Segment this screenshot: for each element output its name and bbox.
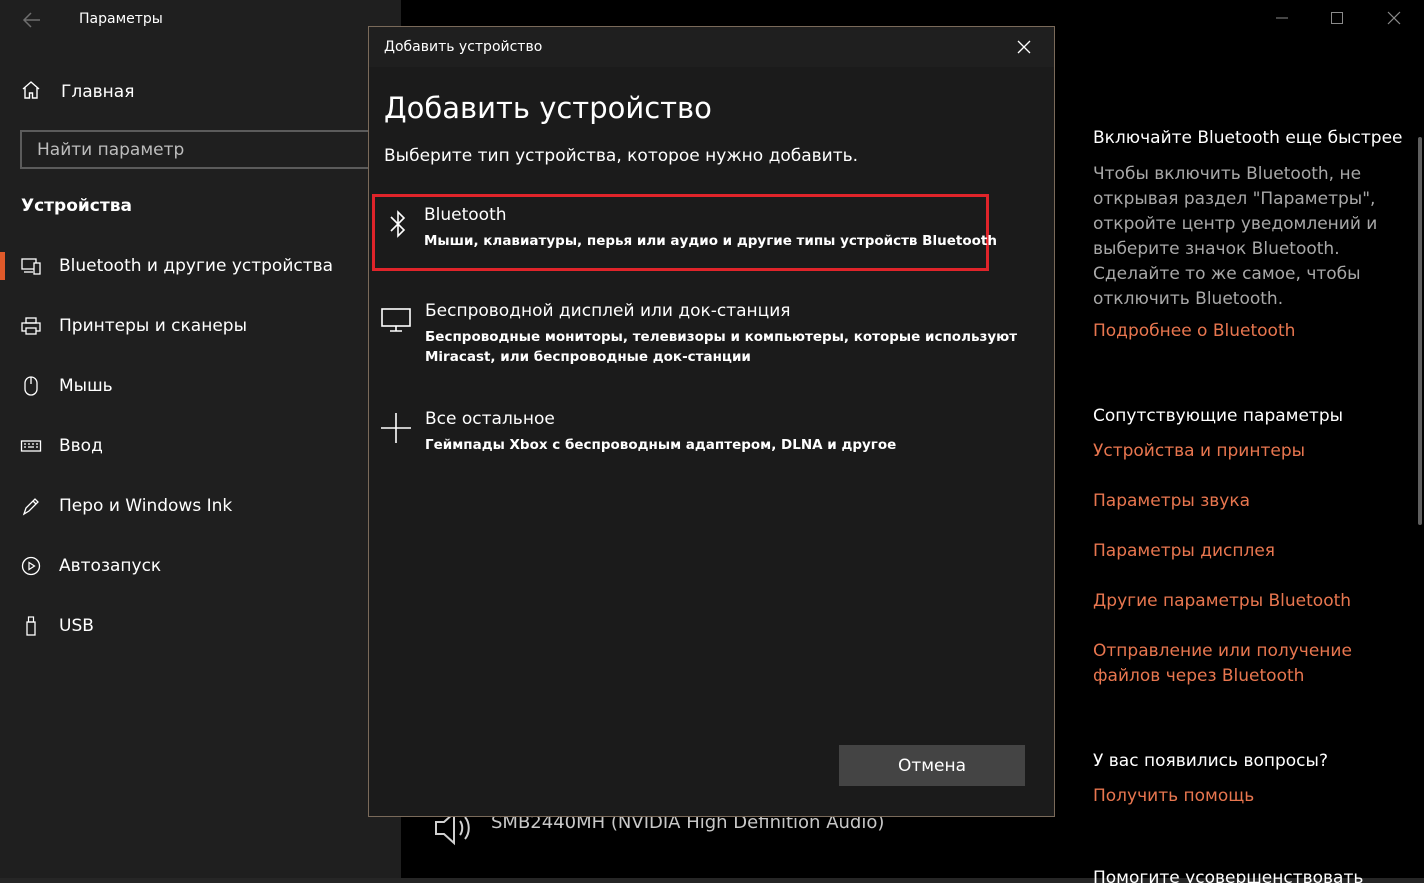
pen-icon xyxy=(20,495,42,517)
sidebar-item-label: Принтеры и сканеры xyxy=(59,316,247,336)
get-help-link[interactable]: Получить помощь xyxy=(1093,784,1393,809)
display-settings-link[interactable]: Параметры дисплея xyxy=(1093,539,1393,564)
quick-text: Чтобы включить Bluetooth, не открывая ра… xyxy=(1093,164,1378,309)
bluetooth-devices-icon xyxy=(20,255,42,277)
option-description: Беспроводные мониторы, телевизоры и комп… xyxy=(425,329,1018,365)
sidebar-item-typing[interactable]: Ввод xyxy=(0,426,401,466)
section-title: Устройства xyxy=(21,196,132,216)
mouse-icon xyxy=(20,375,42,397)
sidebar-item-printers[interactable]: Принтеры и сканеры xyxy=(0,306,401,346)
sidebar-item-label: Автозапуск xyxy=(59,556,162,576)
autoplay-icon xyxy=(20,555,42,577)
dialog-subtitle: Выберите тип устройства, которое нужно д… xyxy=(384,146,859,166)
search-input[interactable] xyxy=(37,139,337,160)
home-label: Главная xyxy=(61,82,135,102)
search-box[interactable] xyxy=(20,130,401,169)
app-title: Параметры xyxy=(79,11,163,27)
option-description: Мыши, клавиатуры, перья или аудио и друг… xyxy=(424,233,997,249)
sidebar-item-label: Bluetooth и другие устройства xyxy=(59,256,334,276)
usb-icon xyxy=(20,615,42,637)
devices-printers-link[interactable]: Устройства и принтеры xyxy=(1093,439,1393,464)
option-description: Геймпады Xbox с беспроводным адаптером, … xyxy=(425,437,897,453)
option-wireless-display[interactable]: Беспроводной дисплей или док-станция Бес… xyxy=(371,289,1052,371)
add-device-dialog: Добавить устройство Добавить устройство … xyxy=(368,26,1055,817)
bluetooth-more-link[interactable]: Подробнее о Bluetooth xyxy=(1093,319,1393,344)
send-receive-files-link[interactable]: Отправление или получение файлов через B… xyxy=(1093,639,1363,689)
printer-icon xyxy=(20,315,42,337)
minimize-icon[interactable] xyxy=(1268,6,1296,34)
more-bluetooth-settings-link[interactable]: Другие параметры Bluetooth xyxy=(1093,589,1393,614)
sidebar-item-label: USB xyxy=(59,616,94,636)
dialog-window-title: Добавить устройство xyxy=(384,39,543,55)
option-title: Беспроводной дисплей или док-станция xyxy=(425,301,791,321)
back-arrow-icon[interactable] xyxy=(20,8,44,32)
option-everything-else[interactable]: Все остальное Геймпады Xbox с беспроводн… xyxy=(371,397,1052,467)
sidebar-item-pen[interactable]: Перо и Windows Ink xyxy=(0,486,401,526)
questions-heading: У вас появились вопросы? xyxy=(1093,751,1328,771)
option-title: Все остальное xyxy=(425,409,555,429)
monitor-icon xyxy=(379,303,413,337)
sidebar-home[interactable]: Главная xyxy=(20,78,134,106)
sound-settings-link[interactable]: Параметры звука xyxy=(1093,489,1393,514)
sidebar-item-label: Мышь xyxy=(59,376,113,396)
dialog-titlebar: Добавить устройство xyxy=(369,27,1054,67)
bluetooth-icon xyxy=(381,207,415,241)
maximize-icon[interactable] xyxy=(1323,6,1351,34)
scrollbar-thumb[interactable] xyxy=(1418,137,1422,525)
option-bluetooth[interactable]: Bluetooth Мыши, клавиатуры, перья или ау… xyxy=(372,194,997,271)
sidebar-item-label: Перо и Windows Ink xyxy=(59,496,233,516)
feedback-heading: Помогите усовершенствовать xyxy=(1093,868,1364,883)
plus-icon xyxy=(379,411,413,445)
sidebar-item-label: Ввод xyxy=(59,436,103,456)
dialog-heading: Добавить устройство xyxy=(384,91,712,125)
cancel-button[interactable]: Отмена xyxy=(839,745,1025,786)
sidebar-item-bluetooth[interactable]: Bluetooth и другие устройства xyxy=(0,246,401,286)
sidebar-item-mouse[interactable]: Мышь xyxy=(0,366,401,406)
related-heading: Сопутствующие параметры xyxy=(1093,406,1344,426)
sidebar-item-autoplay[interactable]: Автозапуск xyxy=(0,546,401,586)
close-icon[interactable] xyxy=(1380,6,1408,34)
home-icon xyxy=(20,79,42,105)
sidebar-item-usb[interactable]: USB xyxy=(0,606,401,646)
quick-heading: Включайте Bluetooth еще быстрее xyxy=(1093,128,1403,148)
keyboard-icon xyxy=(20,435,42,457)
option-title: Bluetooth xyxy=(424,205,507,225)
dialog-close-icon[interactable] xyxy=(1014,37,1034,57)
